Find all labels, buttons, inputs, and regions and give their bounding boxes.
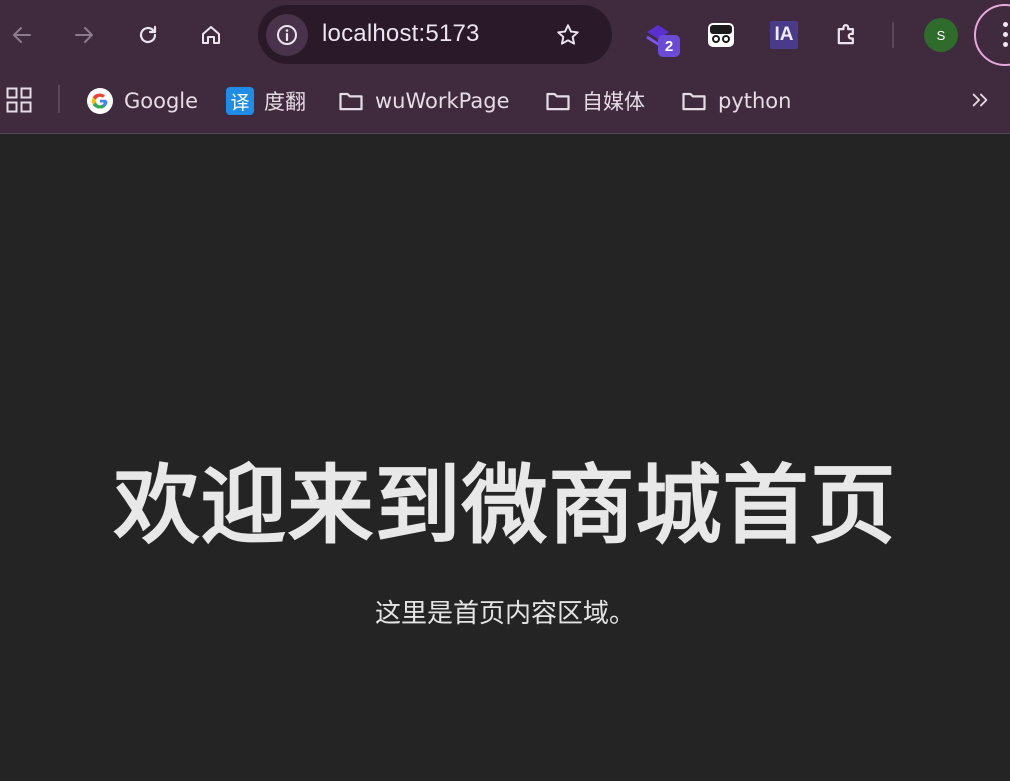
more-bookmarks-button[interactable] xyxy=(966,86,994,114)
home-button[interactable] xyxy=(193,17,229,53)
forward-icon xyxy=(75,27,93,43)
forward-button[interactable] xyxy=(66,17,102,53)
bookmark-label: 自媒体 xyxy=(582,90,645,114)
page-subtext: 这里是首页内容区域。 xyxy=(374,599,635,629)
bookmark-label: 度翻 xyxy=(264,90,306,114)
folder-icon xyxy=(544,87,572,115)
back-button[interactable] xyxy=(4,17,40,53)
folder-icon xyxy=(680,87,708,115)
ia-extension-icon: IA xyxy=(770,21,798,49)
page-heading: 欢迎来到微商城首页 xyxy=(113,456,897,556)
extension-ia-button[interactable]: IA xyxy=(766,17,802,53)
toolbar-separator xyxy=(892,22,894,48)
reload-icon xyxy=(139,25,157,44)
profile-avatar[interactable]: S xyxy=(924,18,958,52)
address-bar[interactable]: localhost:5173 xyxy=(258,5,612,64)
google-icon xyxy=(86,87,114,115)
page-content: 欢迎来到微商城首页 这里是首页内容区域。 xyxy=(0,135,1010,781)
folder-icon xyxy=(337,87,365,115)
bookmark-folder-python[interactable]: python xyxy=(680,84,791,118)
extension-stack-button[interactable]: 2 xyxy=(640,17,680,57)
bookmark-star-button[interactable] xyxy=(554,21,582,49)
bookmarks-divider xyxy=(58,85,60,113)
reload-button[interactable] xyxy=(130,17,166,53)
more-menu-icon xyxy=(1003,22,1009,52)
back-icon xyxy=(13,27,31,43)
chevron-double-right-icon xyxy=(972,93,988,107)
bookmark-folder-zimeiti[interactable]: 自媒体 xyxy=(544,84,645,118)
bookmark-google[interactable]: Google xyxy=(86,84,198,118)
bookmark-dufan[interactable]: 译 度翻 xyxy=(226,84,306,118)
browser-toolbar: localhost:5173 2 IA S xyxy=(0,0,1010,70)
site-info-button[interactable] xyxy=(266,14,308,56)
bookmark-folder-wuworkpage[interactable]: wuWorkPage xyxy=(337,84,510,118)
info-icon xyxy=(277,25,297,45)
extension-badge: 2 xyxy=(658,35,680,57)
bookmark-label: wuWorkPage xyxy=(375,89,510,113)
home-icon xyxy=(202,26,220,44)
extensions-menu-button[interactable] xyxy=(829,17,865,53)
bookmark-label: python xyxy=(718,89,792,113)
translate-icon: 译 xyxy=(226,87,254,115)
extension-glasses-button[interactable] xyxy=(703,17,739,53)
star-icon xyxy=(557,24,579,45)
bookmark-label: Google xyxy=(124,89,199,113)
glasses-extension-icon xyxy=(708,23,734,47)
apps-grid-icon[interactable] xyxy=(6,87,32,113)
more-menu-button[interactable] xyxy=(974,4,1010,66)
extension-puzzle-icon xyxy=(837,24,854,45)
url-text[interactable]: localhost:5173 xyxy=(322,20,480,48)
